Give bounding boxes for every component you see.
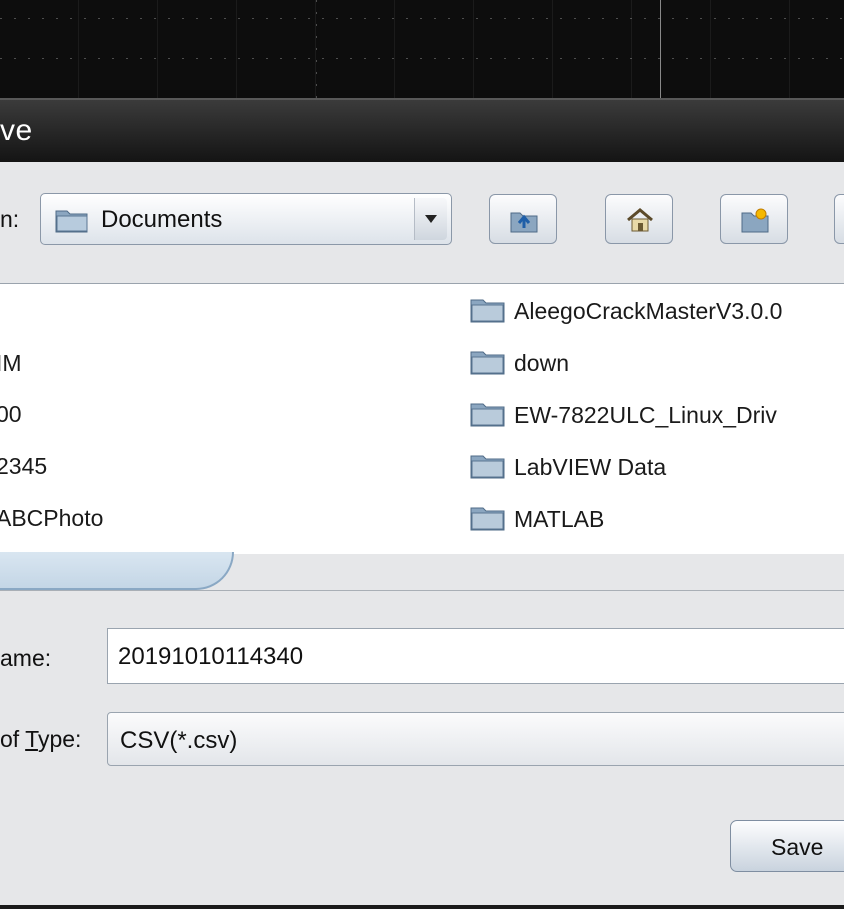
background-plot-area (0, 0, 844, 98)
home-icon (627, 208, 653, 232)
folder-name: LabVIEW Data (514, 454, 667, 480)
grid-dotted-line (0, 18, 844, 19)
list-item[interactable]: EW-7822ULC_Linux_Driv (470, 398, 844, 432)
file-name: 2345 (0, 453, 48, 479)
file-type-label-suffix: ype: (37, 726, 82, 752)
up-one-level-button[interactable] (489, 194, 557, 244)
file-name: 00 (0, 401, 22, 427)
list-item[interactable]: AleegoCrackMasterV3.0.0 (470, 294, 844, 328)
file-name: l (0, 297, 1, 323)
list-item[interactable]: IM (0, 350, 22, 377)
folder-name: down (514, 350, 569, 376)
file-name-label: ame: (0, 645, 52, 671)
file-type-label-mnemonic: T (25, 726, 38, 752)
save-button-label: Save (771, 834, 824, 860)
look-in-value: Documents (101, 206, 223, 233)
folder-icon (470, 294, 506, 330)
dialog-titlebar[interactable]: ve (0, 98, 844, 162)
grid-dotted-line (316, 0, 317, 98)
file-type-value: CSV(*.csv) (120, 727, 238, 754)
folder-icon (470, 450, 506, 486)
folder-name: EW-7822ULC_Linux_Driv (514, 402, 777, 428)
folder-icon (470, 346, 506, 382)
create-new-folder-button[interactable] (720, 194, 788, 244)
dialog-title: ve (0, 114, 33, 147)
list-item[interactable]: MATLAB (470, 502, 844, 536)
folder-name: AleegoCrackMasterV3.0.0 (514, 298, 783, 324)
file-list[interactable]: l IM 00 2345 ABCPhoto AleegoCrackMasterV… (0, 283, 844, 555)
list-item[interactable]: LabVIEW Data (470, 450, 844, 484)
folder-name: MATLAB (514, 506, 605, 532)
list-item[interactable]: down (470, 346, 844, 380)
file-name: ABCPhoto (0, 505, 104, 531)
file-type-label: of Type: (0, 726, 81, 753)
folder-icon (55, 207, 89, 238)
file-type-label-prefix: of (0, 726, 26, 752)
list-item[interactable]: 2345 (0, 453, 47, 480)
file-type-select[interactable]: CSV(*.csv) (107, 712, 844, 766)
dropdown-arrow-icon[interactable] (414, 198, 447, 240)
file-name: IM (0, 350, 22, 376)
folder-icon (470, 502, 506, 538)
home-button[interactable] (605, 194, 673, 244)
grid-center-line (660, 0, 661, 98)
list-item[interactable]: 00 (0, 401, 22, 428)
folder-icon (470, 398, 506, 434)
file-name-value: 20191010114340 (118, 643, 304, 670)
grid-dotted-line (0, 58, 844, 59)
view-mode-button[interactable] (834, 194, 844, 244)
up-folder-icon (510, 212, 538, 233)
scrollbar-thumb[interactable] (0, 552, 234, 590)
file-name-input[interactable]: 20191010114340 (107, 628, 844, 684)
save-dialog: ve n: Documents l (0, 98, 844, 909)
save-button[interactable]: Save (730, 820, 844, 872)
new-folder-icon (741, 208, 769, 233)
dialog-bottom-border (0, 905, 844, 909)
horizontal-scrollbar[interactable] (0, 552, 844, 591)
look-in-label: n: (0, 206, 20, 232)
list-item[interactable]: ABCPhoto (0, 505, 103, 532)
look-in-combobox[interactable]: Documents (40, 193, 452, 245)
list-item[interactable]: l (0, 297, 1, 324)
